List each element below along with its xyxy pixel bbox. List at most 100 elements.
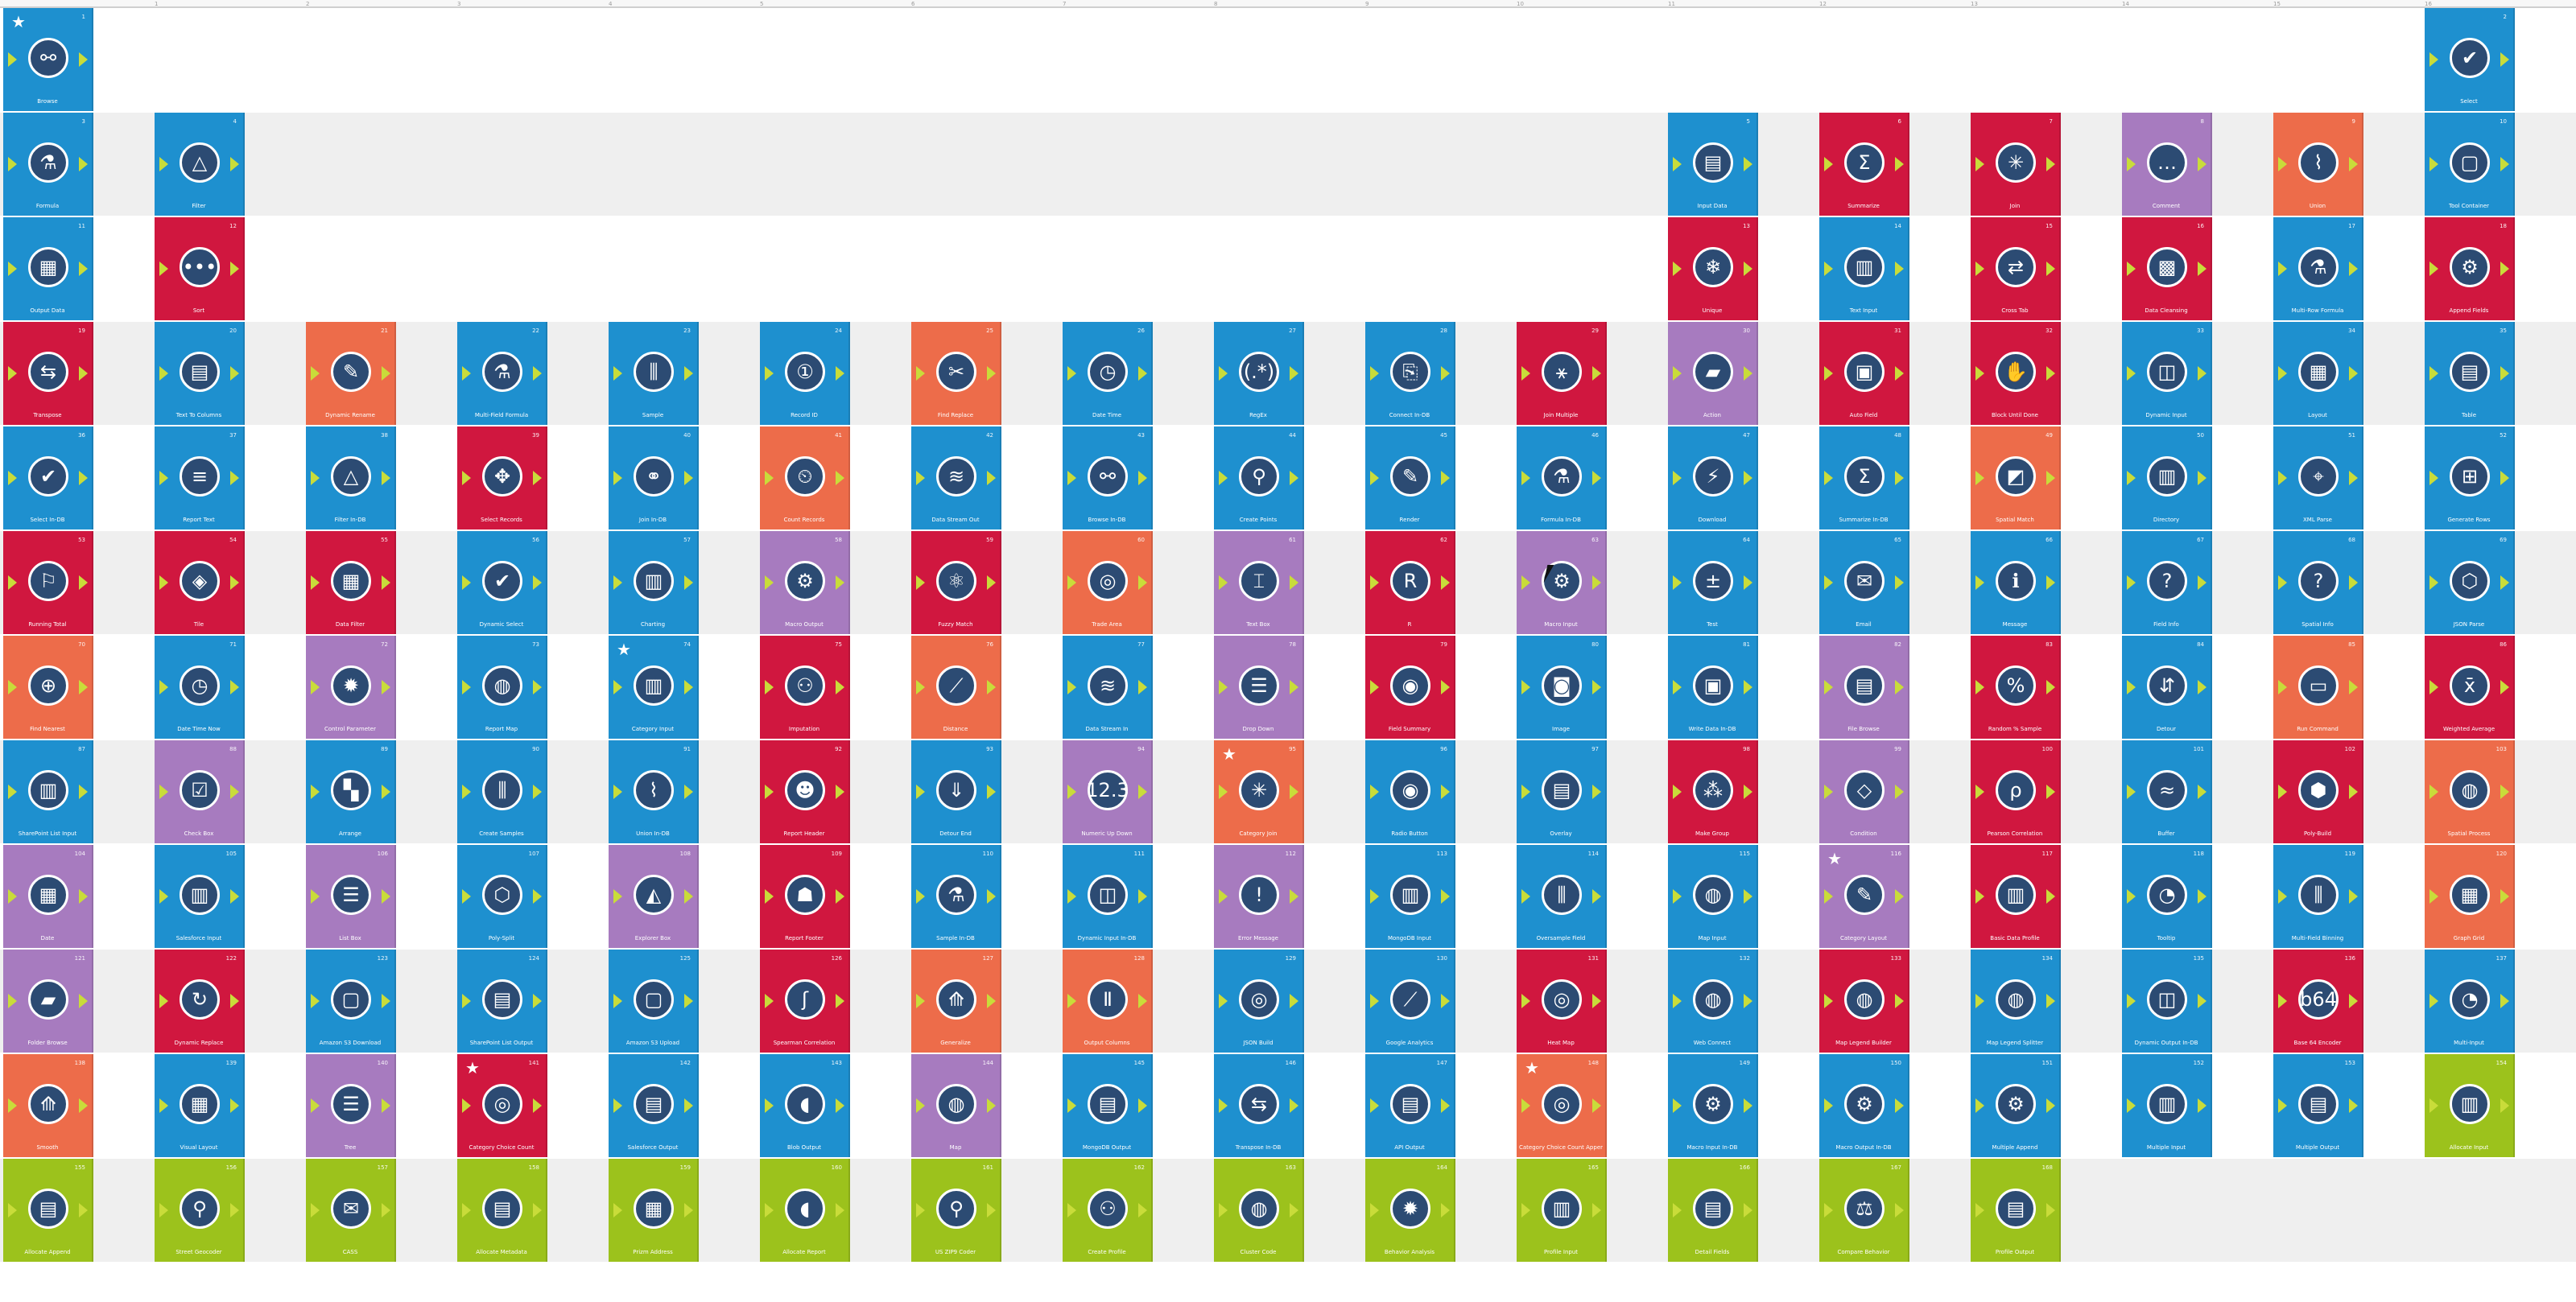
tool-tile[interactable]: 152 ▥ Multiple Input	[2122, 1054, 2212, 1157]
tool-tile[interactable]: 48 Σ Summarize In-DB	[1819, 426, 1909, 529]
tool-tile[interactable]: 143 ◖ Blob Output	[760, 1054, 850, 1157]
tool-tile[interactable]: 16 ▩ Data Cleansing	[2122, 217, 2212, 320]
tool-tile[interactable]: 99 ◇ Condition	[1819, 740, 1909, 843]
tool-tile[interactable]: 115 ◍ Map Input	[1668, 845, 1758, 948]
tool-tile[interactable]: 2 ✔ Select	[2425, 8, 2515, 111]
tool-tile[interactable]: 66 ℹ Message	[1971, 531, 2061, 634]
tool-tile[interactable]: 110 ⚗ Sample In-DB	[911, 845, 1001, 948]
tool-tile[interactable]: 43 ⚯ Browse In-DB	[1063, 426, 1153, 529]
tool-tile[interactable]: 108 ◭ Explorer Box	[609, 845, 699, 948]
tool-tile[interactable]: 167 ⚖ Compare Behavior	[1819, 1159, 1909, 1262]
tool-tile[interactable]: 38 △ Filter In-DB	[306, 426, 396, 529]
tool-tile[interactable]: 141 ★ ◎ Category Choice Count	[457, 1054, 547, 1157]
tool-tile[interactable]: 153 ▤ Multiple Output	[2273, 1054, 2363, 1157]
tool-tile[interactable]: 112! Error Message	[1214, 845, 1304, 948]
tool-tile[interactable]: 146 ⇆ Transpose In-DB	[1214, 1054, 1304, 1157]
tool-tile[interactable]: 50 ▥ Directory	[2122, 426, 2212, 529]
tool-tile[interactable]: 49 ◩ Spatial Match	[1971, 426, 2061, 529]
tool-tile[interactable]: 68? Spatial Info	[2273, 531, 2363, 634]
tool-tile[interactable]: 147 ▤ API Output	[1365, 1054, 1455, 1157]
tool-tile[interactable]: 19 ⇆ Transpose	[3, 322, 93, 425]
tool-tile[interactable]: 156 ⚲ Street Geocoder	[155, 1159, 245, 1262]
tool-tile[interactable]: 155 ▤ Allocate Append	[3, 1159, 93, 1262]
tool-tile[interactable]: 144 ◍ Map	[911, 1054, 1001, 1157]
tool-tile[interactable]: 101 ≈ Buffer	[2122, 740, 2212, 843]
tool-tile[interactable]: 82 ▤ File Browse	[1819, 636, 1909, 739]
tool-tile[interactable]: 117 ▥ Basic Data Profile	[1971, 845, 2061, 948]
tool-tile[interactable]: 62 R R	[1365, 531, 1455, 634]
tool-tile[interactable]: 76 ⟋ Distance	[911, 636, 1001, 739]
tool-tile[interactable]: 122 ↻ Dynamic Replace	[155, 950, 245, 1053]
tool-tile[interactable]: 140 ☰ Tree	[306, 1054, 396, 1157]
tool-tile[interactable]: 145 ▤ MongoDB Output	[1063, 1054, 1153, 1157]
tool-tile[interactable]: 103 ◍ Spatial Process	[2425, 740, 2515, 843]
tool-tile[interactable]: 154 ▥ Allocate Input	[2425, 1054, 2515, 1157]
tool-tile[interactable]: 150 ⚙ Macro Output In-DB	[1819, 1054, 1909, 1157]
tool-tile[interactable]: 73 ◍ Report Map	[457, 636, 547, 739]
tool-tile[interactable]: 39 ✥ Select Records	[457, 426, 547, 529]
tool-tile[interactable]: 69 ⬡ JSON Parse	[2425, 531, 2515, 634]
tool-tile[interactable]: 11 ▦ Output Data	[3, 217, 93, 320]
tool-tile[interactable]: 72 ✹ Control Parameter	[306, 636, 396, 739]
tool-tile[interactable]: 33 ◫ Dynamic Input	[2122, 322, 2212, 425]
tool-tile[interactable]: 63 ⚙ Macro Input	[1517, 531, 1607, 634]
tool-tile[interactable]: 55 ▦ Data Filter	[306, 531, 396, 634]
tool-tile[interactable]: 22 ⚗ Multi-Field Formula	[457, 322, 547, 425]
tool-tile[interactable]: 58 ⚙ Macro Output	[760, 531, 850, 634]
tool-tile[interactable]: 27 (.*) RegEx	[1214, 322, 1304, 425]
tool-tile[interactable]: 86 x̄ Weighted Average	[2425, 636, 2515, 739]
tool-tile[interactable]: 8 … Comment	[2122, 113, 2212, 216]
tool-tile[interactable]: 166 ▤ Detail Fields	[1668, 1159, 1758, 1262]
tool-tile[interactable]: 128 Ⅱ Output Columns	[1063, 950, 1153, 1053]
tool-tile[interactable]: 51 ⌖ XML Parse	[2273, 426, 2363, 529]
tool-tile[interactable]: 121 ▰ Folder Browse	[3, 950, 93, 1053]
tool-tile[interactable]: 142 ▤ Salesforce Output	[609, 1054, 699, 1157]
tool-tile[interactable]: 85 ▭ Run Command	[2273, 636, 2363, 739]
tool-tile[interactable]: 91 ⌇ Union In-DB	[609, 740, 699, 843]
tool-tile[interactable]: 9 ⌇ Union	[2273, 113, 2363, 216]
tool-tile[interactable]: 84 ⇵ Detour	[2122, 636, 2212, 739]
tool-tile[interactable]: 104 ▦ Date	[3, 845, 93, 948]
tool-tile[interactable]: 36 ✔ Select In-DB	[3, 426, 93, 529]
tool-tile[interactable]: 113 ▥ MongoDB Input	[1365, 845, 1455, 948]
tool-tile[interactable]: 83% Random % Sample	[1971, 636, 2061, 739]
tool-tile[interactable]: 149 ⚙ Macro Input In-DB	[1668, 1054, 1758, 1157]
tool-tile[interactable]: 126 ʃ Spearman Correlation	[760, 950, 850, 1053]
tool-tile[interactable]: 158 ▤ Allocate Metadata	[457, 1159, 547, 1262]
tool-tile[interactable]: 87 ▥ SharePoint List Input	[3, 740, 93, 843]
tool-tile[interactable]: 134 ◍ Map Legend Splitter	[1971, 950, 2061, 1053]
tool-tile[interactable]: 160 ◖ Allocate Report	[760, 1159, 850, 1262]
tool-tile[interactable]: 100 ρ Pearson Correlation	[1971, 740, 2061, 843]
tool-tile[interactable]: 119 ⫼ Multi-Field Binning	[2273, 845, 2363, 948]
tool-tile[interactable]: 18 ⚙ Append Fields	[2425, 217, 2515, 320]
tool-tile[interactable]: 5 ▤ Input Data	[1668, 113, 1758, 216]
tool-tile[interactable]: 64 ± Test	[1668, 531, 1758, 634]
tool-tile[interactable]: 35 ▤ Table	[2425, 322, 2515, 425]
tool-tile[interactable]: 57 ▥ Charting	[609, 531, 699, 634]
tool-tile[interactable]: 116 ★ ✎ Category Layout	[1819, 845, 1909, 948]
tool-tile[interactable]: 47 ⚡ Download	[1668, 426, 1758, 529]
tool-tile[interactable]: 168 ▤ Profile Output	[1971, 1159, 2061, 1262]
tool-tile[interactable]: 95 ★ ✳ Category Join	[1214, 740, 1304, 843]
tool-tile[interactable]: 129 ◎ JSON Build	[1214, 950, 1304, 1053]
tool-tile[interactable]: 132 ◍ Web Connect	[1668, 950, 1758, 1053]
tool-tile[interactable]: 12 ••• Sort	[155, 217, 245, 320]
tool-tile[interactable]: 81 ▣ Write Data In-DB	[1668, 636, 1758, 739]
tool-tile[interactable]: 94 12.3 Numeric Up Down	[1063, 740, 1153, 843]
tool-tile[interactable]: 24 ① Record ID	[760, 322, 850, 425]
tool-tile[interactable]: 124 ▤ SharePoint List Output	[457, 950, 547, 1053]
tool-tile[interactable]: 162 ⚇ Create Profile	[1063, 1159, 1153, 1262]
tool-tile[interactable]: 17 ⚗ Multi-Row Formula	[2273, 217, 2363, 320]
tool-tile[interactable]: 118 ◔ Tooltip	[2122, 845, 2212, 948]
tool-tile[interactable]: 4 △ Filter	[155, 113, 245, 216]
tool-tile[interactable]: 54 ◈ Tile	[155, 531, 245, 634]
tool-tile[interactable]: 77 ≋ Data Stream In	[1063, 636, 1153, 739]
tool-tile[interactable]: 75 ⚇ Imputation	[760, 636, 850, 739]
tool-tile[interactable]: 138 ⟰ Smooth	[3, 1054, 93, 1157]
tool-tile[interactable]: 65 ✉ Email	[1819, 531, 1909, 634]
tool-tile[interactable]: 61 ⌶ Text Box	[1214, 531, 1304, 634]
tool-tile[interactable]: 78 ☰ Drop Down	[1214, 636, 1304, 739]
tool-tile[interactable]: 97 ▤ Overlay	[1517, 740, 1607, 843]
tool-tile[interactable]: 42 ≋ Data Stream Out	[911, 426, 1001, 529]
tool-tile[interactable]: 37 ≡ Report Text	[155, 426, 245, 529]
